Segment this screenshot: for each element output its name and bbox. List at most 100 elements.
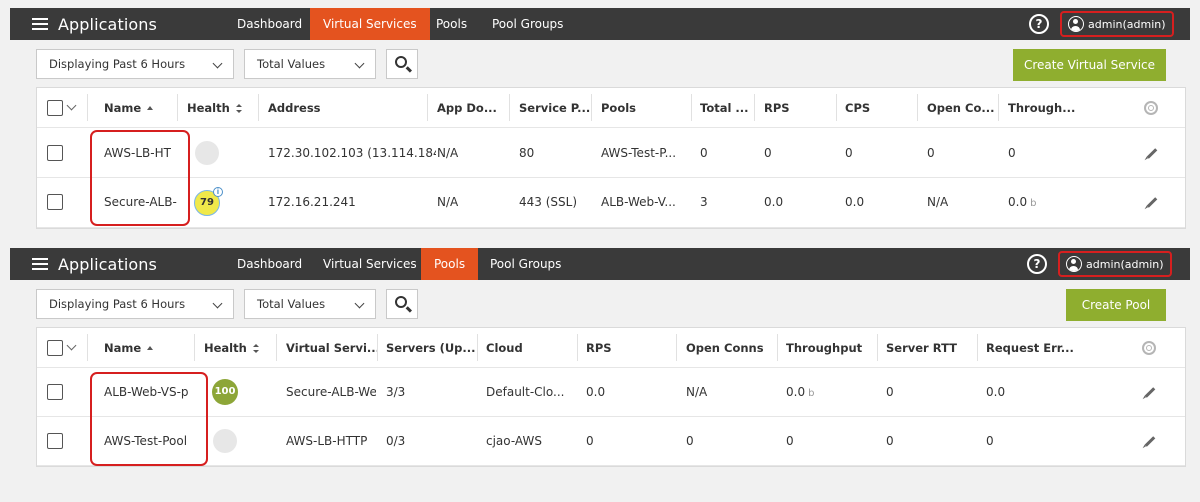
user-menu[interactable]: admin(admin) [1058, 251, 1172, 277]
table-row[interactable]: Secure-ALB- 79 i 172.16.21.241 N/A 443 (… [37, 178, 1185, 228]
row-service-port: 80 [519, 146, 535, 160]
row-throughput: 0.0 b [1008, 195, 1037, 209]
col-health[interactable]: Health [204, 341, 279, 355]
col-rps[interactable]: RPS [764, 101, 824, 115]
row-server-rtt: 0 [886, 385, 894, 399]
tab-pools[interactable]: Pools [423, 8, 480, 40]
row-servers: 0/3 [386, 434, 406, 448]
table-row[interactable]: AWS-Test-Pool AWS-LB-HTTP 0/3 cjao-AWS 0… [37, 417, 1185, 466]
col-servers[interactable]: Servers (Up... [386, 341, 476, 355]
user-menu[interactable]: admin(admin) [1060, 11, 1174, 37]
values-select[interactable]: Total Values [244, 289, 376, 319]
tab-dashboard[interactable]: Dashboard [224, 8, 315, 40]
top-navbar: Applications Dashboard Virtual Services … [10, 8, 1190, 40]
time-range-select[interactable]: Displaying Past 6 Hours [36, 49, 234, 79]
search-icon [395, 56, 407, 68]
row-throughput: 0 [1008, 146, 1016, 160]
menu-icon[interactable] [32, 258, 48, 270]
row-request-errors: 0.0 [986, 385, 1006, 399]
virtual-services-table: Name Health Address App Do... Service P.… [36, 87, 1186, 229]
tab-pool-groups[interactable]: Pool Groups [477, 248, 574, 280]
pencil-icon[interactable] [1146, 148, 1158, 159]
values-label: Total Values [257, 297, 326, 311]
row-cps: 0.0 [845, 195, 865, 209]
col-throughput[interactable]: Through... [1008, 101, 1083, 115]
create-virtual-service-button[interactable]: Create Virtual Service [1013, 49, 1166, 81]
menu-icon[interactable] [32, 18, 48, 30]
chevron-down-icon[interactable] [66, 100, 77, 111]
toolbar: Displaying Past 6 Hours Total Values Cre… [10, 289, 1190, 321]
row-total: 0 [700, 146, 708, 160]
col-open-conns[interactable]: Open Co... [927, 101, 997, 115]
table-header: Name Health Address App Do... Service P.… [37, 88, 1185, 128]
tab-virtual-services[interactable]: Virtual Services [310, 248, 430, 280]
row-service-port: 443 (SSL) [519, 195, 578, 209]
row-server-rtt: 0 [886, 434, 894, 448]
time-range-label: Displaying Past 6 Hours [49, 297, 186, 311]
col-address[interactable]: Address [268, 101, 418, 115]
col-app-domain[interactable]: App Do... [437, 101, 507, 115]
create-pool-button[interactable]: Create Pool [1066, 289, 1166, 321]
col-health[interactable]: Health [187, 101, 262, 115]
select-all-checkbox[interactable] [47, 340, 63, 356]
row-pools[interactable]: AWS-Test-P... [601, 146, 686, 160]
help-icon[interactable]: ? [1027, 254, 1047, 274]
row-checkbox[interactable] [47, 194, 63, 210]
tab-dashboard[interactable]: Dashboard [224, 248, 315, 280]
time-range-select[interactable]: Displaying Past 6 Hours [36, 289, 234, 319]
col-pools[interactable]: Pools [601, 101, 681, 115]
col-cloud[interactable]: Cloud [486, 341, 566, 355]
pencil-icon[interactable] [1146, 197, 1158, 208]
search-button[interactable] [386, 289, 418, 319]
pools-panel: Applications Dashboard Virtual Services … [10, 248, 1190, 467]
col-service-port[interactable]: Service P... [519, 101, 591, 115]
health-score[interactable]: 100 [212, 379, 238, 405]
table-row[interactable]: ALB-Web-VS-p 100 Secure-ALB-We 3/3 Defau… [37, 368, 1185, 417]
tab-virtual-services[interactable]: Virtual Services [310, 8, 430, 40]
help-icon[interactable]: ? [1029, 14, 1049, 34]
col-throughput[interactable]: Throughput [786, 341, 876, 355]
gear-icon[interactable] [1142, 341, 1156, 355]
values-select[interactable]: Total Values [244, 49, 376, 79]
table-row[interactable]: AWS-LB-HT 172.30.102.103 (13.114.184.1 N… [37, 128, 1185, 178]
row-cloud: cjao-AWS [486, 434, 542, 448]
search-button[interactable] [386, 49, 418, 79]
col-server-rtt[interactable]: Server RTT [886, 341, 976, 355]
user-icon [1066, 256, 1082, 272]
gear-icon[interactable] [1144, 101, 1158, 115]
row-checkbox[interactable] [47, 384, 63, 400]
col-open-conns[interactable]: Open Conns [686, 341, 776, 355]
chevron-down-icon[interactable] [66, 340, 77, 351]
pools-table: Name Health Virtual Servi... Servers (Up… [36, 327, 1186, 467]
col-rps[interactable]: RPS [586, 341, 666, 355]
row-checkbox[interactable] [47, 433, 63, 449]
tab-pools[interactable]: Pools [421, 248, 479, 280]
col-total[interactable]: Total ... [700, 101, 750, 115]
row-virtual-service[interactable]: AWS-LB-HTTP [286, 434, 376, 448]
row-rps: 0.0 [764, 195, 784, 209]
row-servers: 3/3 [386, 385, 406, 399]
row-open-conns: N/A [686, 385, 708, 399]
col-name[interactable]: Name [104, 341, 179, 355]
pencil-icon[interactable] [1144, 387, 1156, 398]
col-request-errors[interactable]: Request Err... [986, 341, 1076, 355]
col-name[interactable]: Name [104, 101, 179, 115]
health-score [213, 429, 237, 453]
toolbar: Displaying Past 6 Hours Total Values Cre… [10, 49, 1190, 81]
health-score [195, 141, 219, 165]
time-range-label: Displaying Past 6 Hours [49, 57, 186, 71]
pencil-icon[interactable] [1144, 436, 1156, 447]
row-request-errors: 0 [986, 434, 994, 448]
col-cps[interactable]: CPS [845, 101, 905, 115]
row-open-conns: 0 [686, 434, 694, 448]
row-rps: 0.0 [586, 385, 606, 399]
chevron-down-icon [212, 58, 223, 69]
select-all-checkbox[interactable] [47, 100, 63, 116]
row-checkbox[interactable] [47, 145, 63, 161]
app-title: Applications [58, 14, 157, 34]
virtual-services-panel: Applications Dashboard Virtual Services … [10, 8, 1190, 229]
col-virtual-service[interactable]: Virtual Servi... [286, 341, 378, 355]
row-pools[interactable]: ALB-Web-V... [601, 195, 686, 209]
tab-pool-groups[interactable]: Pool Groups [479, 8, 576, 40]
row-virtual-service[interactable]: Secure-ALB-We [286, 385, 376, 399]
